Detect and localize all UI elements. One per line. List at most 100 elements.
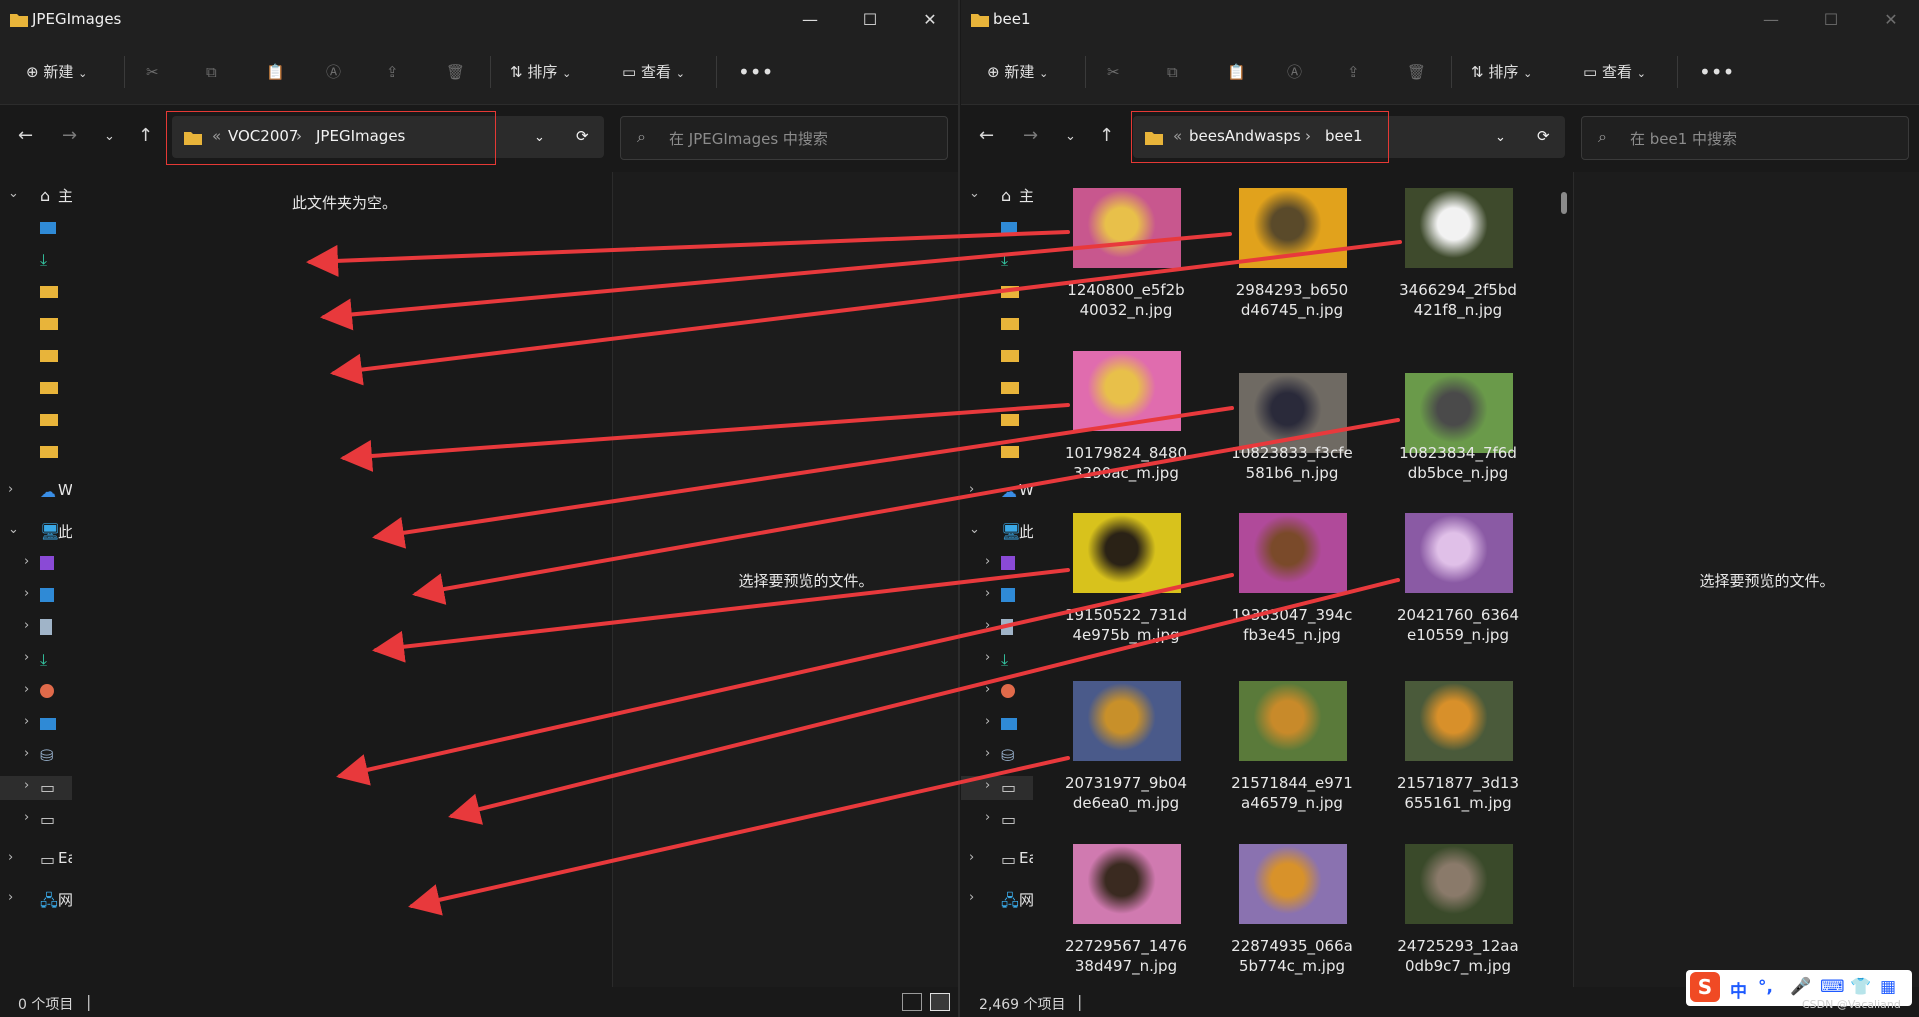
sidebar-item-downloads[interactable]: ⤓	[961, 248, 1033, 272]
sidebar-item-folder[interactable]	[0, 408, 72, 432]
sidebar-item-drive[interactable]: › ⛁	[0, 744, 72, 768]
address-dropdown-icon[interactable]: ⌄	[534, 130, 545, 145]
minimize-button[interactable]: —	[1743, 2, 1799, 38]
sidebar-item-pictures[interactable]: ›	[0, 584, 72, 608]
refresh-icon[interactable]: ⟳	[1537, 127, 1550, 145]
maximize-button[interactable]: ☐	[842, 2, 898, 38]
sidebar-item-drive[interactable]: › ▭	[0, 776, 72, 800]
sidebar-item-folder[interactable]	[961, 344, 1033, 368]
sort-button[interactable]: ⇅ 排序 ⌄	[510, 58, 571, 86]
sidebar-item-drive[interactable]: › ⛁	[961, 744, 1033, 768]
new-button[interactable]: ⊕ 新建 ⌄	[987, 58, 1048, 86]
keyboard-icon[interactable]: ⌨	[1820, 977, 1845, 997]
share-icon[interactable]: ⇪	[386, 58, 399, 86]
view-button[interactable]: ▭ 查看 ⌄	[622, 58, 685, 86]
sidebar-item-desktop[interactable]: ›	[0, 712, 72, 736]
rename-icon[interactable]: Ⓐ	[326, 58, 341, 86]
file-tile[interactable]: 22729567_1476 38d497_n.jpg	[1041, 840, 1201, 987]
sidebar-item-folder[interactable]	[0, 344, 72, 368]
sidebar-item-home[interactable]: ⌄ ⌂ 主	[0, 184, 73, 208]
ime-language-toggle[interactable]: 中	[1730, 977, 1747, 1002]
cut-icon[interactable]: ✂	[1107, 58, 1120, 86]
sidebar-item-downloads[interactable]: › ⤓	[961, 648, 1033, 672]
file-tile[interactable]: 3466294_2f5bd 421f8_n.jpg	[1373, 184, 1533, 346]
maximize-button[interactable]: ☐	[1803, 2, 1859, 38]
more-icon[interactable]: •••	[1699, 58, 1734, 86]
apps-icon[interactable]: ▦	[1880, 977, 1896, 997]
sidebar-item-this-pc[interactable]: ⌄ 🖥 此	[0, 520, 73, 544]
copy-icon[interactable]: ⧉	[206, 58, 217, 86]
file-tile[interactable]: 24725293_12aa 0db9c7_m.jpg	[1373, 840, 1533, 987]
copy-icon[interactable]: ⧉	[1167, 58, 1178, 86]
sidebar-item-videos[interactable]: ›	[961, 552, 1033, 576]
sidebar-item-folder[interactable]	[0, 280, 72, 304]
sidebar-item-videos[interactable]: ›	[0, 552, 72, 576]
punctuation-icon[interactable]: °,	[1758, 977, 1773, 997]
skin-icon[interactable]: 👕	[1850, 977, 1871, 997]
address-dropdown-icon[interactable]: ⌄	[1495, 130, 1506, 145]
sidebar-item-music[interactable]: ›	[961, 680, 1033, 704]
search-box[interactable]: ⌕ 在 bee1 中搜索	[1581, 116, 1909, 160]
forward-icon[interactable]: →	[62, 125, 77, 146]
sidebar-item-drive[interactable]: › ▭	[961, 776, 1033, 800]
paste-icon[interactable]: 📋	[266, 58, 285, 86]
sidebar-item-home[interactable]: ⌄ ⌂ 主	[961, 184, 1034, 208]
file-tile[interactable]: 2984293_b650 d46745_n.jpg	[1207, 184, 1367, 346]
sidebar-item-network[interactable]: › 🖧 网	[961, 888, 1034, 912]
file-list-area[interactable]: 此文件夹为空。	[72, 172, 612, 987]
close-button[interactable]: ✕	[902, 2, 958, 38]
forward-icon[interactable]: →	[1023, 125, 1038, 146]
scrollbar-thumb[interactable]	[1561, 192, 1567, 214]
sidebar-item-music[interactable]: ›	[0, 680, 72, 704]
sidebar-item-onedrive[interactable]: › ☁ W	[0, 480, 73, 504]
sidebar-item-folder[interactable]	[961, 440, 1033, 464]
search-box[interactable]: ⌕ 在 JPEGImages 中搜索	[620, 116, 948, 160]
sidebar-item-drive-ea[interactable]: › ▭ Ea	[961, 848, 1038, 872]
file-tile[interactable]: 1240800_e5f2b 40032_n.jpg	[1041, 184, 1201, 346]
cut-icon[interactable]: ✂	[146, 58, 159, 86]
sidebar-item-folder[interactable]	[0, 440, 72, 464]
paste-icon[interactable]: 📋	[1227, 58, 1246, 86]
back-icon[interactable]: ←	[18, 125, 33, 146]
recent-chevron-icon[interactable]: ⌄	[1065, 129, 1076, 144]
up-icon[interactable]: ↑	[138, 125, 153, 146]
recent-chevron-icon[interactable]: ⌄	[104, 129, 115, 144]
sogou-logo-icon[interactable]: S	[1690, 972, 1720, 1002]
details-view-icon[interactable]	[902, 993, 922, 1011]
sidebar-item-drive-ea[interactable]: › ▭ Ea	[0, 848, 77, 872]
sidebar-item-folder[interactable]	[961, 280, 1033, 304]
file-grid[interactable]: 1240800_e5f2b 40032_n.jpg 2984293_b650 d467…	[1033, 172, 1533, 987]
refresh-icon[interactable]: ⟳	[576, 127, 589, 145]
sidebar-item-documents[interactable]: ›	[0, 616, 72, 640]
sort-button[interactable]: ⇅ 排序 ⌄	[1471, 58, 1532, 86]
file-tile[interactable]: 19150522_731d 4e975b_m.jpg	[1041, 509, 1201, 671]
sidebar-item-folder[interactable]	[0, 312, 72, 336]
file-tile[interactable]: 20421760_6364 e10559_n.jpg	[1373, 509, 1533, 671]
sidebar-item-folder[interactable]	[961, 408, 1033, 432]
new-button[interactable]: ⊕ 新建 ⌄	[26, 58, 87, 86]
file-tile[interactable]: 10823834_7f6d db5bce_n.jpg	[1373, 347, 1533, 509]
delete-icon[interactable]: 🗑	[1407, 58, 1426, 86]
sidebar-item-pictures[interactable]: ›	[961, 584, 1033, 608]
sidebar-item-downloads[interactable]: ⤓	[0, 248, 72, 272]
close-button[interactable]: ✕	[1863, 2, 1919, 38]
minimize-button[interactable]: —	[782, 2, 838, 38]
file-tile[interactable]: 22874935_066a 5b774c_m.jpg	[1207, 840, 1367, 987]
view-button[interactable]: ▭ 查看 ⌄	[1583, 58, 1646, 86]
rename-icon[interactable]: Ⓐ	[1287, 58, 1302, 86]
sidebar-item-desktop[interactable]	[0, 216, 72, 240]
file-tile[interactable]: 20731977_9b04 de6ea0_m.jpg	[1041, 677, 1201, 839]
sidebar-item-desktop[interactable]: ›	[961, 712, 1033, 736]
back-icon[interactable]: ←	[979, 125, 994, 146]
sidebar-item-network[interactable]: › 🖧 网	[0, 888, 73, 912]
up-icon[interactable]: ↑	[1099, 125, 1114, 146]
file-tile[interactable]: 10179824_8480 3290ac_m.jpg	[1041, 347, 1201, 509]
file-tile[interactable]: 21571877_3d13 655161_m.jpg	[1373, 677, 1533, 839]
share-icon[interactable]: ⇪	[1347, 58, 1360, 86]
sidebar-item-drive[interactable]: › ▭	[0, 808, 72, 832]
sidebar-item-folder[interactable]	[961, 376, 1033, 400]
delete-icon[interactable]: 🗑	[446, 58, 465, 86]
sidebar-item-onedrive[interactable]: › ☁ W	[961, 480, 1034, 504]
file-tile[interactable]: 10823833_f3cfe 581b6_n.jpg	[1207, 347, 1367, 509]
sidebar-item-folder[interactable]	[961, 312, 1033, 336]
